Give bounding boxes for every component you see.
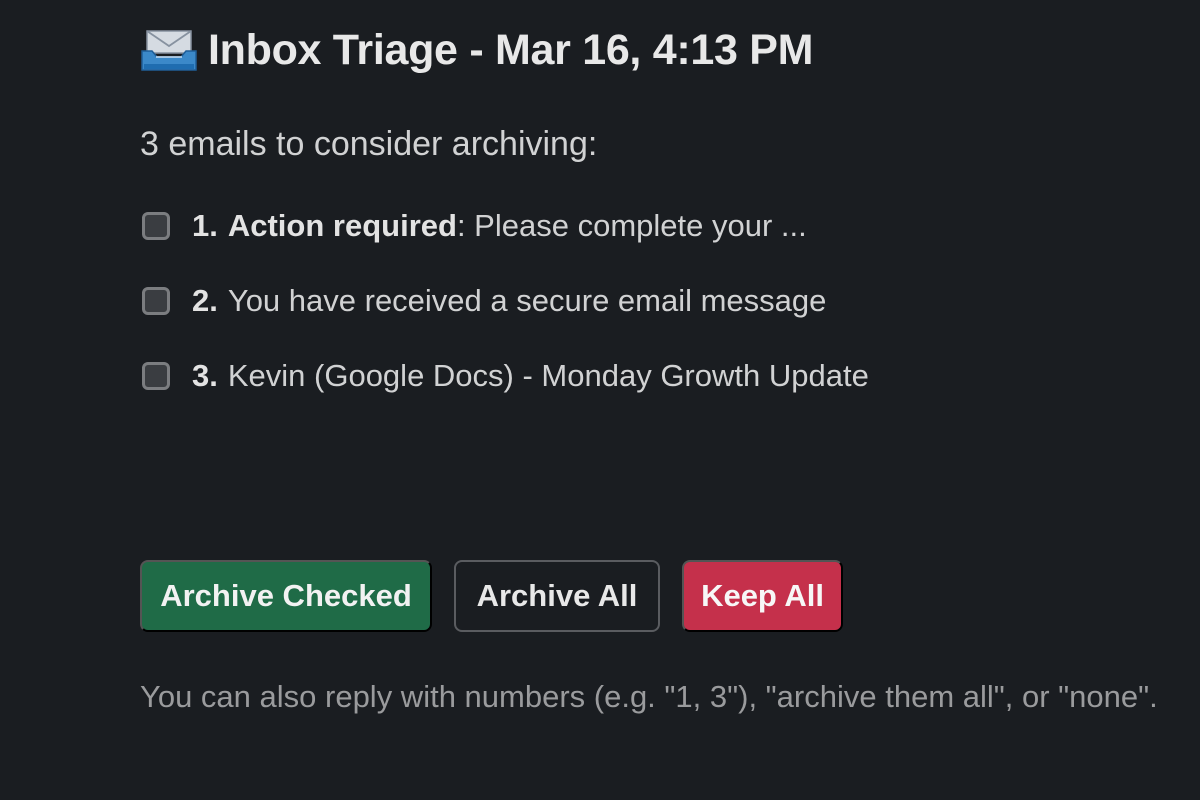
email-checkbox-1[interactable]: [142, 211, 170, 240]
email-item-3[interactable]: 3. Kevin (Google Docs) - Monday Growth Up…: [140, 338, 1160, 413]
intro-text: 3 emails to consider archiving:: [140, 125, 598, 163]
title-row: Inbox Triage - Mar 16, 4:13 PM: [140, 22, 1160, 78]
email-item-1[interactable]: 1. Action required: Please complete your …: [140, 188, 1160, 263]
email-subject-2: You have received a secure email message: [227, 282, 827, 318]
archive-checked-button[interactable]: Archive Checked: [140, 560, 432, 632]
email-subject-1: : Please complete your ...: [456, 207, 807, 243]
message-title: Inbox Triage - Mar 16, 4:13 PM: [208, 25, 814, 74]
archive-all-button[interactable]: Archive All: [454, 560, 660, 632]
email-number-3: 3.: [192, 357, 218, 393]
email-checkbox-3[interactable]: [142, 361, 170, 390]
email-text-1: 1. Action required: Please complete your …: [192, 208, 807, 244]
keep-all-button[interactable]: Keep All: [682, 560, 843, 632]
email-item-2[interactable]: 2. You have received a secure email messa…: [140, 263, 1160, 338]
email-checkbox-2[interactable]: [142, 286, 170, 315]
action-buttons: Archive Checked Archive All Keep All: [140, 560, 843, 632]
email-text-2: 2. You have received a secure email messa…: [192, 283, 826, 319]
email-bold-subject-1: Action required: [227, 207, 457, 243]
email-text-3: 3. Kevin (Google Docs) - Monday Growth Up…: [192, 358, 869, 394]
reply-hint: You can also reply with numbers (e.g. "1…: [140, 679, 1158, 714]
email-subject-3: Kevin (Google Docs) - Monday Growth Upda…: [227, 357, 869, 393]
email-number-1: 1.: [192, 207, 218, 243]
inbox-tray-icon: [140, 26, 198, 74]
email-list: 1. Action required: Please complete your …: [140, 188, 1160, 413]
triage-message: Inbox Triage - Mar 16, 4:13 PM 3 emails …: [140, 22, 1160, 413]
email-number-2: 2.: [192, 282, 218, 318]
